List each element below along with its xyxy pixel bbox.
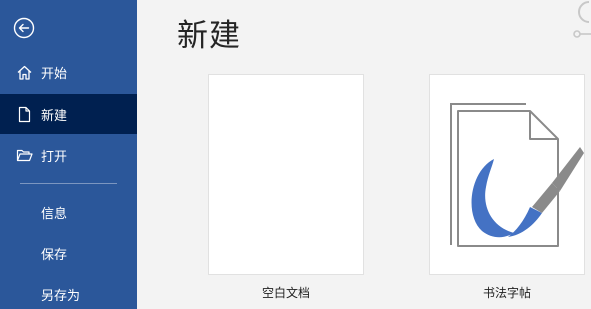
decorative-circuit-icon	[573, 1, 591, 38]
sidebar-item-open[interactable]: 打开	[0, 135, 137, 175]
sidebar-item-save[interactable]: 保存	[0, 233, 137, 273]
page-title: 新建	[177, 18, 241, 54]
sidebar-item-label: 新建	[41, 109, 68, 124]
sidebar-item-label: 保存	[41, 248, 68, 263]
calligraphy-template-icon	[450, 103, 584, 247]
sidebar-item-new[interactable]: 新建	[0, 94, 137, 134]
open-folder-icon	[16, 149, 33, 162]
sidebar-item-label: 信息	[41, 207, 68, 222]
template-label: 空白文档	[261, 286, 310, 300]
back-arrow-icon	[13, 17, 35, 39]
new-document-icon	[18, 106, 31, 123]
sidebar-item-info[interactable]: 信息	[0, 192, 137, 232]
home-icon	[17, 65, 32, 80]
template-calligraphy[interactable]	[429, 74, 585, 275]
template-label: 书法字帖	[482, 286, 531, 300]
sidebar-item-label: 另存为	[41, 289, 81, 304]
sidebar-item-save-as[interactable]: 另存为	[0, 274, 137, 309]
main-panel: 新建 空白文档 书法字帖	[137, 0, 591, 309]
sidebar-divider	[20, 183, 117, 184]
template-blank-document[interactable]	[208, 74, 364, 275]
sidebar-item-label: 开始	[41, 67, 68, 82]
backstage-sidebar: 开始 新建 打开 信息 保存 另存为	[0, 0, 137, 309]
back-button[interactable]	[13, 17, 35, 39]
sidebar-item-home[interactable]: 开始	[0, 52, 137, 92]
sidebar-item-label: 打开	[41, 150, 68, 165]
